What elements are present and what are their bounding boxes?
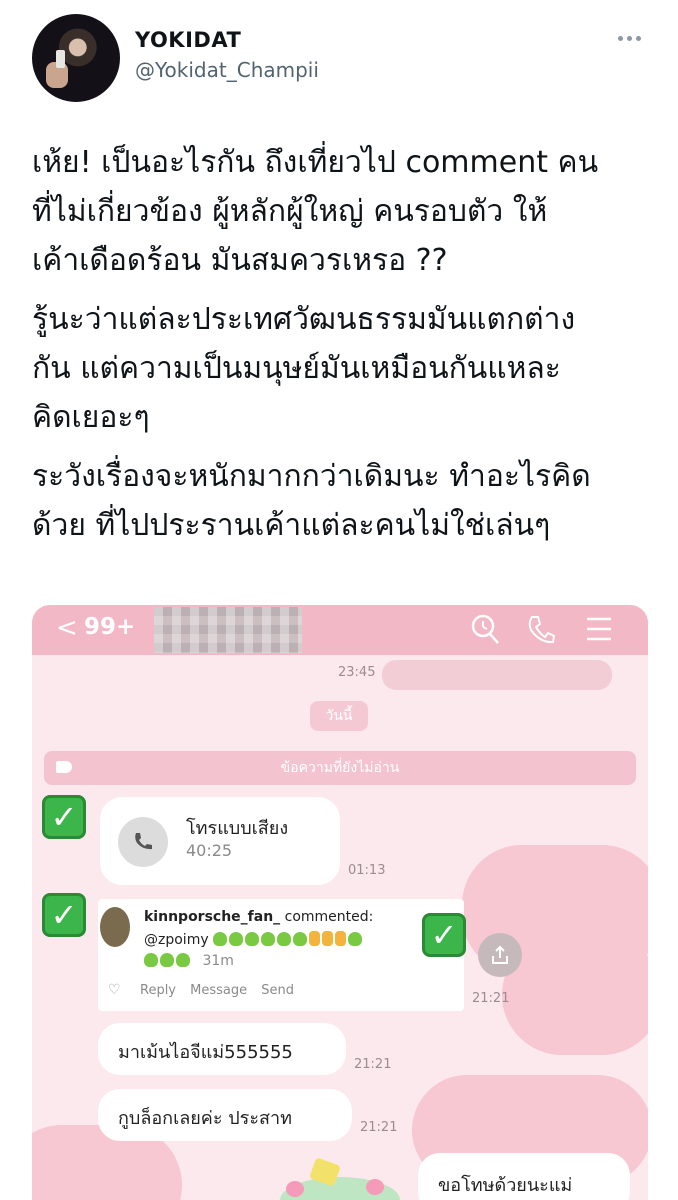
message-action[interactable]: Message bbox=[190, 983, 247, 998]
tweet-paragraph-1: เห้ย! เป็นอะไรกัน ถึงเที่ยวไป comment คน… bbox=[32, 138, 652, 285]
back-icon[interactable]: < bbox=[56, 613, 78, 643]
tweet-paragraph-2: รู้นะว่าแต่ละประเทศวัฒนธรรมมันแตกต่าง กั… bbox=[32, 295, 652, 442]
comment-age: 31m bbox=[202, 953, 234, 969]
avatar[interactable] bbox=[32, 14, 120, 102]
message-text: มาเม้นไอจีแม่555555 bbox=[118, 1042, 293, 1063]
more-icon[interactable] bbox=[618, 28, 646, 48]
background-cloud bbox=[502, 935, 648, 1055]
tweet-line: ด้วย ที่ไปประรานเค้าแต่ละคนไม่ใช่เล่นๆ bbox=[32, 508, 551, 543]
user-handle[interactable]: @Yokidat_Champii bbox=[135, 58, 319, 82]
check-icon: ✓ bbox=[42, 893, 86, 937]
chat-message[interactable]: มาเม้นไอจีแม่555555 bbox=[98, 1023, 346, 1075]
tweet-line: คิดเยอะๆ bbox=[32, 400, 150, 435]
call-duration: 40:25 bbox=[186, 841, 233, 860]
comment-actions: Reply Message Send bbox=[140, 983, 304, 998]
tweet-line: กัน แต่ความเป็นมนุษย์มันเหมือนกันแหละ bbox=[32, 351, 561, 386]
message-time: 01:13 bbox=[348, 863, 386, 878]
comment-action: commented: bbox=[284, 909, 374, 925]
chat-message[interactable]: กูบล็อกเลยค่ะ ประสาท bbox=[98, 1089, 352, 1141]
attached-chat-image[interactable]: < 99+ 23:45 วันนี้ ข้อความที่ยังไม่อ่าน … bbox=[32, 605, 648, 1200]
comment-body-2: 31m bbox=[144, 953, 234, 969]
tweet-line: ระวังเรื่องจะหนักมากกว่าเดิมนะ ทำอะไรคิด bbox=[32, 459, 591, 494]
tweet-line: รู้นะว่าแต่ละประเทศวัฒนธรรมมันแตกต่าง bbox=[32, 302, 576, 337]
message-time: 21:21 bbox=[354, 1057, 392, 1072]
reply-action[interactable]: Reply bbox=[140, 983, 176, 998]
share-icon[interactable] bbox=[478, 933, 522, 977]
message-time: 21:21 bbox=[360, 1120, 398, 1135]
search-icon[interactable] bbox=[470, 613, 500, 645]
tweet-paragraph-3: ระวังเรื่องจะหนักมากกว่าเดิมนะ ทำอะไรคิด… bbox=[32, 452, 652, 550]
chat-topbar: < 99+ bbox=[32, 605, 648, 655]
message-time: 23:45 bbox=[338, 665, 376, 680]
commenter-avatar bbox=[100, 907, 130, 947]
message-text: กูบล็อกเลยค่ะ ประสาท bbox=[118, 1108, 292, 1129]
unread-count: 99+ bbox=[84, 614, 136, 640]
comment-header: kinnporsche_fan_ commented: bbox=[144, 909, 373, 925]
previous-bubble bbox=[382, 660, 612, 690]
check-icon: ✓ bbox=[422, 913, 466, 957]
tweet-header: YOKIDAT @Yokidat_Champii bbox=[0, 0, 678, 110]
chat-message-outgoing[interactable]: ขอโทษด้วยนะแม่ bbox=[418, 1153, 630, 1200]
sticker-image bbox=[250, 1155, 420, 1200]
tag-icon bbox=[56, 761, 72, 773]
tweet-line: ที่ไม่เกี่ยวข้อง ผู้หลักผู้ใหญ่ คนรอบตัว… bbox=[32, 194, 548, 229]
heart-icon[interactable]: ♡ bbox=[108, 982, 121, 998]
comment-body: @zpoimy bbox=[144, 931, 364, 948]
tweet-line: เค้าเดือดร้อน มันสมควรเหรอ ?? bbox=[32, 243, 448, 278]
menu-icon[interactable] bbox=[584, 613, 614, 645]
instagram-notification-image[interactable]: kinnporsche_fan_ commented: @zpoimy 31m … bbox=[98, 899, 464, 1011]
tweet-text: เห้ย! เป็นอะไรกัน ถึงเที่ยวไป comment คน… bbox=[32, 138, 652, 560]
message-time: 21:21 bbox=[472, 991, 510, 1006]
phone-icon[interactable] bbox=[526, 613, 556, 645]
date-chip: วันนี้ bbox=[310, 701, 368, 731]
check-icon: ✓ bbox=[42, 795, 86, 839]
commenter-username: kinnporsche_fan_ bbox=[144, 909, 281, 925]
call-title: โทรแบบเสียง bbox=[186, 818, 289, 839]
voice-call-bubble[interactable]: โทรแบบเสียง 40:25 bbox=[100, 797, 340, 885]
tweet-line: เห้ย! เป็นอะไรกัน ถึงเที่ยวไป comment คน bbox=[32, 145, 599, 180]
blurred-contact-name bbox=[154, 607, 302, 653]
unread-banner-text: ข้อความที่ยังไม่อ่าน bbox=[280, 760, 400, 776]
send-action[interactable]: Send bbox=[261, 983, 294, 998]
unread-banner: ข้อความที่ยังไม่อ่าน bbox=[44, 751, 636, 785]
message-text: ขอโทษด้วยนะแม่ bbox=[438, 1175, 573, 1196]
comment-mention: @zpoimy bbox=[144, 932, 209, 948]
phone-icon bbox=[118, 817, 168, 867]
display-name[interactable]: YOKIDAT bbox=[135, 28, 241, 52]
